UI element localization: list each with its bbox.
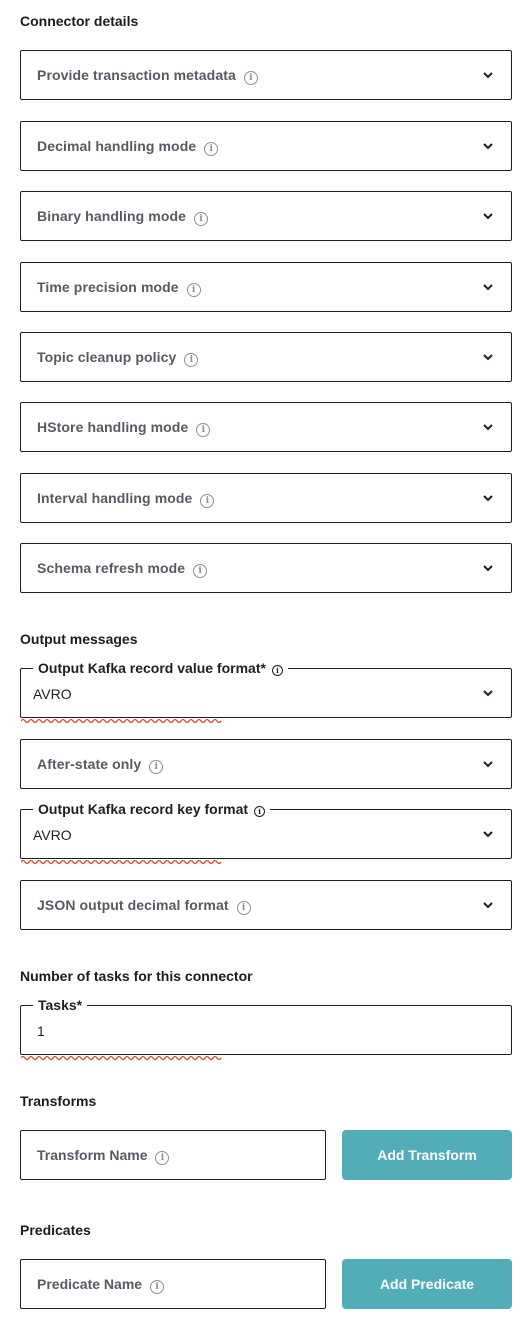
select-output-value-format[interactable]: Output Kafka record value format* i AVRO: [20, 660, 512, 723]
predicate-name-placeholder: Predicate Name: [37, 1276, 143, 1292]
info-icon[interactable]: i: [271, 665, 283, 676]
select-label: Schema refresh mode: [37, 560, 186, 576]
info-icon[interactable]: i: [193, 564, 208, 578]
info-icon[interactable]: i: [243, 71, 258, 85]
select-label: HStore handling mode: [37, 419, 189, 435]
chevron-down-icon: [483, 143, 493, 150]
field-legend: Output Kafka record value format* i: [33, 660, 288, 676]
select-decimal-handling-mode[interactable]: Decimal handling mode i: [20, 121, 512, 171]
chevron-down-icon: [483, 565, 493, 572]
chevron-down-icon: [483, 72, 493, 79]
select-hstore-handling-mode[interactable]: HStore handling mode i: [20, 402, 512, 452]
info-icon[interactable]: i: [236, 901, 251, 915]
chevron-down-icon: [483, 831, 493, 838]
field-legend: Tasks*: [33, 997, 88, 1013]
info-icon[interactable]: i: [149, 760, 164, 774]
predicate-name-input[interactable]: Predicate Name i: [20, 1259, 326, 1309]
select-time-precision-mode[interactable]: Time precision mode i: [20, 262, 512, 312]
select-schema-refresh-mode[interactable]: Schema refresh mode i: [20, 543, 512, 593]
tasks-value: 1: [37, 1023, 45, 1039]
select-transaction-metadata[interactable]: Provide transaction metadata i: [20, 50, 512, 100]
select-label: Time precision mode: [37, 279, 179, 295]
section-title-connector-details: Connector details: [20, 13, 139, 29]
select-interval-handling-mode[interactable]: Interval handling mode i: [20, 473, 512, 523]
chevron-down-icon: [483, 495, 493, 502]
select-after-state-only[interactable]: After-state only i: [20, 739, 512, 789]
spellcheck-underline: [21, 718, 222, 723]
section-title-predicates: Predicates: [20, 1222, 91, 1238]
chevron-down-icon: [483, 213, 493, 220]
info-icon[interactable]: i: [184, 353, 199, 367]
info-icon[interactable]: i: [204, 142, 219, 156]
select-label: Decimal handling mode: [37, 138, 197, 154]
spellcheck-underline: [21, 1055, 222, 1060]
spellcheck-underline: [21, 859, 222, 864]
select-label: Binary handling mode: [37, 208, 187, 224]
select-json-output-decimal-format[interactable]: JSON output decimal format i: [20, 880, 512, 930]
section-title-output-messages: Output messages: [20, 631, 138, 647]
chevron-down-icon: [483, 284, 493, 291]
info-icon[interactable]: i: [150, 1280, 165, 1294]
info-icon[interactable]: i: [194, 212, 209, 226]
select-label: Provide transaction metadata: [37, 67, 236, 83]
chevron-down-icon: [483, 902, 493, 909]
section-title-tasks: Number of tasks for this connector: [20, 968, 253, 984]
select-label: JSON output decimal format: [37, 897, 229, 913]
info-icon[interactable]: i: [155, 1151, 170, 1165]
info-icon[interactable]: i: [186, 283, 201, 297]
select-label: Interval handling mode: [37, 490, 193, 506]
select-value: AVRO: [33, 827, 72, 843]
info-icon[interactable]: i: [200, 494, 215, 508]
select-value: AVRO: [33, 686, 72, 702]
section-title-transforms: Transforms: [20, 1093, 97, 1109]
chevron-down-icon: [483, 424, 493, 431]
select-label: Topic cleanup policy: [37, 349, 177, 365]
info-icon[interactable]: i: [196, 423, 211, 437]
field-legend: Output Kafka record key format i: [33, 801, 271, 817]
tasks-input[interactable]: Tasks* 1: [20, 997, 512, 1060]
select-binary-handling-mode[interactable]: Binary handling mode i: [20, 191, 512, 241]
select-topic-cleanup-policy[interactable]: Topic cleanup policy i: [20, 332, 512, 382]
add-transform-button[interactable]: Add Transform: [342, 1130, 512, 1180]
transform-name-input[interactable]: Transform Name i: [20, 1130, 326, 1180]
chevron-down-icon: [483, 354, 493, 361]
add-predicate-button[interactable]: Add Predicate: [342, 1259, 512, 1309]
chevron-down-icon: [483, 761, 493, 768]
select-label: After-state only: [37, 756, 142, 772]
select-output-key-format[interactable]: Output Kafka record key format i AVRO: [20, 801, 512, 864]
chevron-down-icon: [483, 690, 493, 697]
transform-name-placeholder: Transform Name: [37, 1147, 148, 1163]
info-icon[interactable]: i: [254, 806, 266, 817]
